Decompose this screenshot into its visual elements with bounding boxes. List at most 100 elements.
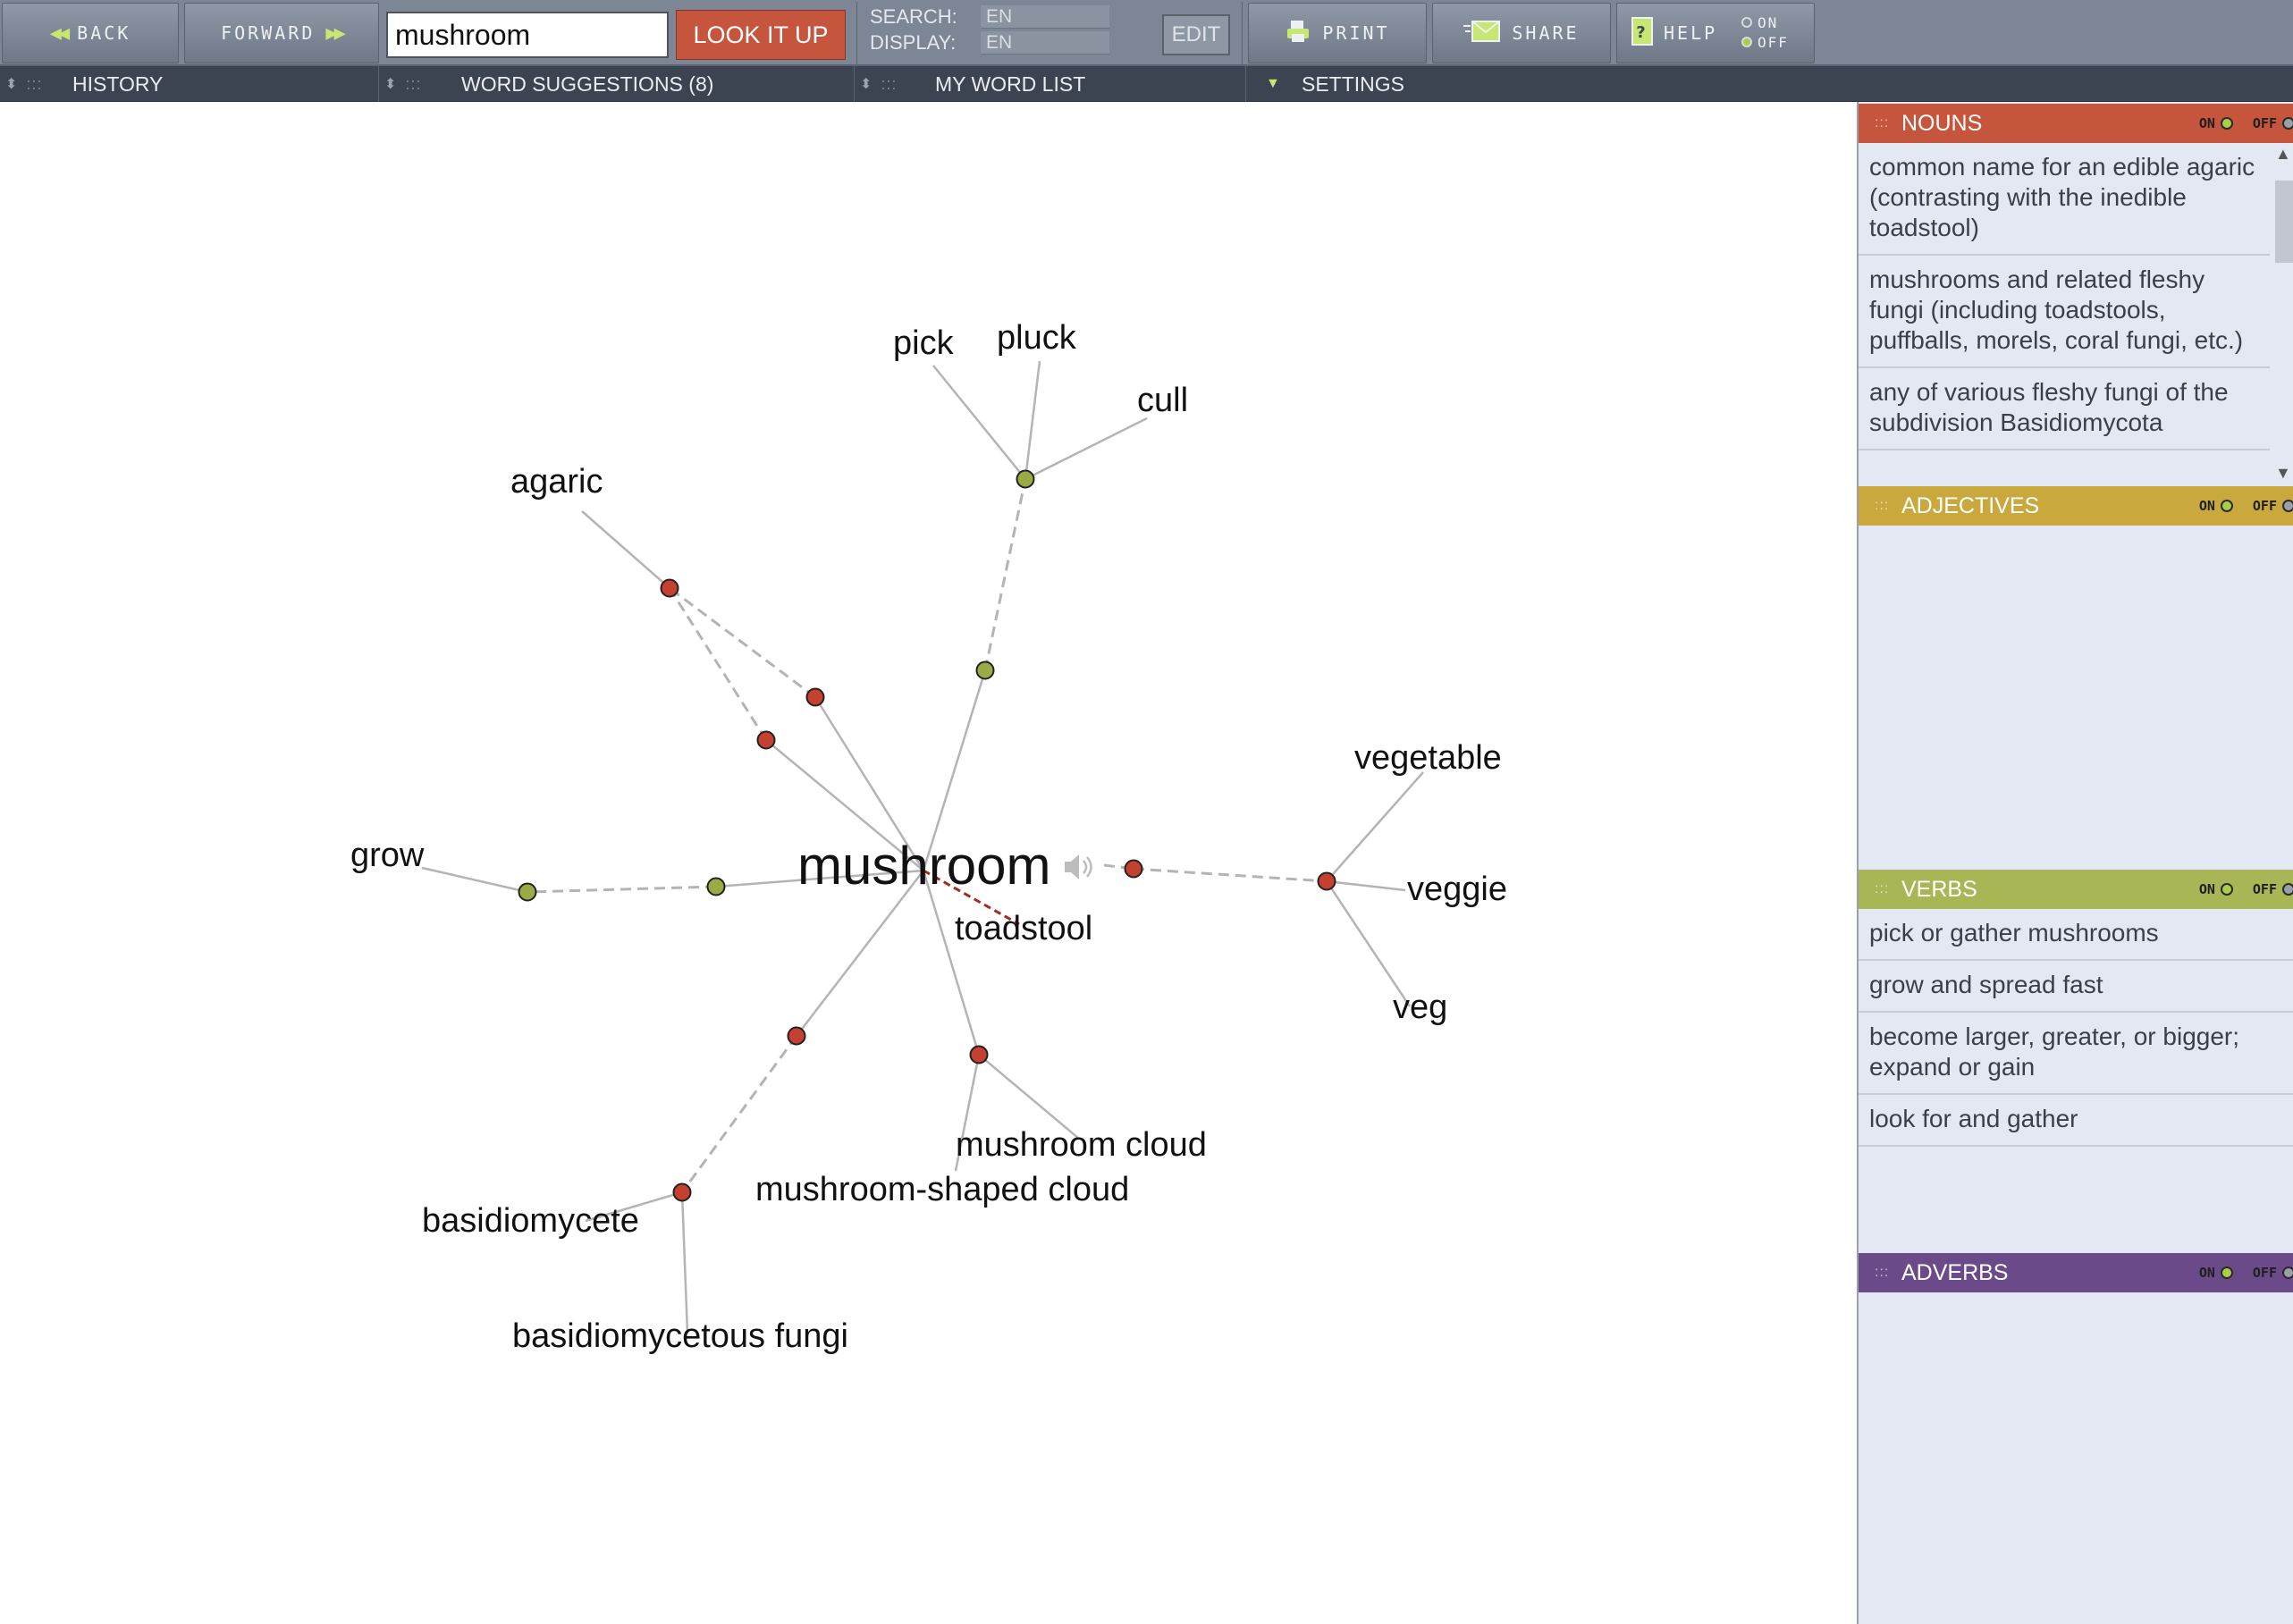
nouns-off-switch[interactable]: OFF	[2253, 115, 2293, 131]
switch-off-label: OFF	[2252, 881, 2277, 897]
word-suggestions-panel-tab[interactable]: ⬍::: WORD SUGGESTIONS (8)	[379, 66, 855, 102]
verb-definition-item[interactable]: grow and spread fast	[1859, 961, 2293, 1013]
verbs-title: VERBS	[1901, 876, 1977, 902]
back-arrows-icon: ◀◀	[49, 21, 70, 45]
look-it-up-button[interactable]: LOOK IT UP	[676, 10, 846, 60]
edge-verb3-verb4	[527, 885, 717, 894]
my-word-list-panel-tab[interactable]: ⬍::: MY WORD LIST	[855, 66, 1246, 102]
word-label-veggie[interactable]: veggie	[1407, 871, 1507, 909]
word-label-cull[interactable]: cull	[1137, 382, 1188, 420]
adverbs-definitions-list	[1859, 1292, 2293, 1623]
verbs-on-switch[interactable]: ON	[2199, 881, 2233, 897]
noun-node[interactable]	[787, 1026, 806, 1046]
edge-veg2-veg	[1325, 880, 1412, 1007]
word-label-agaric[interactable]: agaric	[510, 463, 603, 501]
center-word[interactable]: mushroom	[797, 835, 1050, 896]
word-label-basidiomycetous-fungi[interactable]: basidiomycetous fungi	[512, 1317, 848, 1356]
sort-arrows-icon: ⬍	[860, 77, 873, 92]
noun-definition-item[interactable]: any of various fleshy fungi of the subdi…	[1859, 368, 2293, 450]
edge-verb2-pick	[932, 365, 1026, 480]
noun-node[interactable]	[756, 730, 776, 750]
search-lang-select[interactable]: EN	[981, 5, 1109, 29]
help-off-option[interactable]: OFF	[1741, 32, 1808, 52]
noun-node[interactable]	[672, 1182, 692, 1202]
edit-languages-button[interactable]: EDIT	[1162, 14, 1230, 55]
verb-definition-item[interactable]: look for and gather	[1859, 1095, 2293, 1147]
verb-node[interactable]	[1016, 469, 1035, 489]
noun-node[interactable]	[660, 578, 679, 598]
drag-handle-icon: :::	[26, 74, 43, 93]
word-label-vegetable[interactable]: vegetable	[1354, 739, 1502, 778]
help-label: Help	[1664, 22, 1718, 44]
search-input[interactable]	[386, 12, 669, 58]
switch-on-indicator	[2220, 883, 2233, 896]
verb-node[interactable]	[518, 882, 537, 902]
switch-on-indicator	[2220, 1266, 2233, 1279]
word-label-mushroom-shaped-cloud[interactable]: mushroom-shaped cloud	[755, 1171, 1129, 1209]
back-button[interactable]: ◀◀ Back	[2, 3, 179, 63]
sort-arrows-icon: ⬍	[5, 77, 18, 92]
noun-definition-item[interactable]: common name for an edible agaric (contra…	[1859, 143, 2293, 256]
word-map-canvas[interactable]: pick pluck cull agaric vegetable veggie …	[0, 102, 1857, 1624]
switch-on-label: ON	[2198, 881, 2215, 897]
verbs-off-switch[interactable]: OFF	[2253, 881, 2293, 897]
history-panel-tab[interactable]: ⬍::: HISTORY	[0, 66, 379, 102]
definitions-panel: ::: NOUNS ON OFF common name for an edib…	[1857, 102, 2293, 1624]
word-label-pluck[interactable]: pluck	[997, 319, 1076, 358]
back-label: Back	[77, 22, 131, 44]
word-label-veg[interactable]: veg	[1393, 989, 1447, 1027]
noun-definition-item[interactable]: mushrooms and related fleshy fungi (incl…	[1859, 256, 2293, 368]
scroll-down-arrow-icon[interactable]: ▼	[2275, 464, 2291, 483]
noun-node[interactable]	[969, 1045, 989, 1064]
edge-veg2-vegetable	[1326, 771, 1424, 882]
adverbs-on-switch[interactable]: ON	[2199, 1265, 2233, 1281]
settings-label: SETTINGS	[1302, 72, 1405, 96]
edge-noun-d-basidiomycetous-fungi	[680, 1191, 689, 1334]
drag-handle-icon: :::	[881, 74, 898, 93]
nouns-section-header: ::: NOUNS ON OFF	[1859, 104, 2293, 143]
verb-node[interactable]	[706, 877, 726, 896]
edge-veg2-veggie	[1326, 879, 1406, 892]
verb-definition-item[interactable]: become larger, greater, or bigger; expan…	[1859, 1013, 2293, 1095]
switch-on-label: ON	[2198, 115, 2215, 131]
noun-node[interactable]	[1317, 871, 1336, 891]
help-on-radio	[1741, 17, 1752, 28]
word-label-mushroom-cloud[interactable]: mushroom cloud	[956, 1126, 1207, 1165]
verb-definition-item[interactable]: pick or gather mushrooms	[1859, 909, 2293, 961]
adjectives-definitions-list	[1859, 526, 2293, 869]
word-suggestions-label: WORD SUGGESTIONS (8)	[461, 72, 714, 96]
word-label-basidiomycete[interactable]: basidiomycete	[422, 1202, 639, 1241]
nouns-on-switch[interactable]: ON	[2199, 115, 2233, 131]
nouns-definitions-list: common name for an edible agaric (contra…	[1859, 143, 2293, 484]
drag-handle-icon: :::	[1875, 498, 1890, 513]
switch-off-label: OFF	[2252, 1265, 2277, 1281]
drag-handle-icon: :::	[1875, 881, 1890, 896]
switch-off-indicator	[2282, 117, 2293, 130]
history-label: HISTORY	[72, 72, 164, 96]
verb-node[interactable]	[975, 661, 995, 680]
adjectives-off-switch[interactable]: OFF	[2253, 498, 2293, 514]
adverbs-off-switch[interactable]: OFF	[2253, 1265, 2293, 1281]
forward-button[interactable]: Forward ▶▶	[184, 3, 379, 63]
speaker-icon[interactable]	[1062, 849, 1094, 889]
panel-tab-bar: ⬍::: HISTORY ⬍::: WORD SUGGESTIONS (8) ⬍…	[0, 66, 2293, 102]
help-on-option[interactable]: ON	[1741, 13, 1808, 32]
verbs-definitions-list: pick or gather mushrooms grow and spread…	[1859, 909, 2293, 1252]
nouns-scrollbar[interactable]: ▲ ▼	[2270, 143, 2293, 484]
word-label-grow[interactable]: grow	[350, 837, 424, 875]
switch-off-label: OFF	[2252, 115, 2277, 131]
scroll-up-arrow-icon[interactable]: ▲	[2275, 145, 2291, 164]
scrollbar-thumb[interactable]	[2275, 181, 2293, 263]
edge-verb2-cull	[1024, 417, 1148, 481]
search-lang-label: SEARCH:	[870, 5, 957, 28]
word-label-toadstool[interactable]: toadstool	[955, 910, 1092, 948]
noun-node[interactable]	[805, 687, 825, 707]
word-label-pick[interactable]: pick	[893, 324, 954, 363]
noun-node[interactable]	[1124, 859, 1143, 879]
adjectives-on-switch[interactable]: ON	[2199, 498, 2233, 514]
display-lang-select[interactable]: EN	[981, 31, 1109, 55]
share-button[interactable]: Share	[1432, 3, 1611, 63]
verbs-section-header: ::: VERBS ON OFF	[1859, 870, 2293, 909]
settings-panel-tab[interactable]: ▼ SETTINGS	[1246, 66, 1514, 102]
print-button[interactable]: Print	[1248, 3, 1427, 63]
